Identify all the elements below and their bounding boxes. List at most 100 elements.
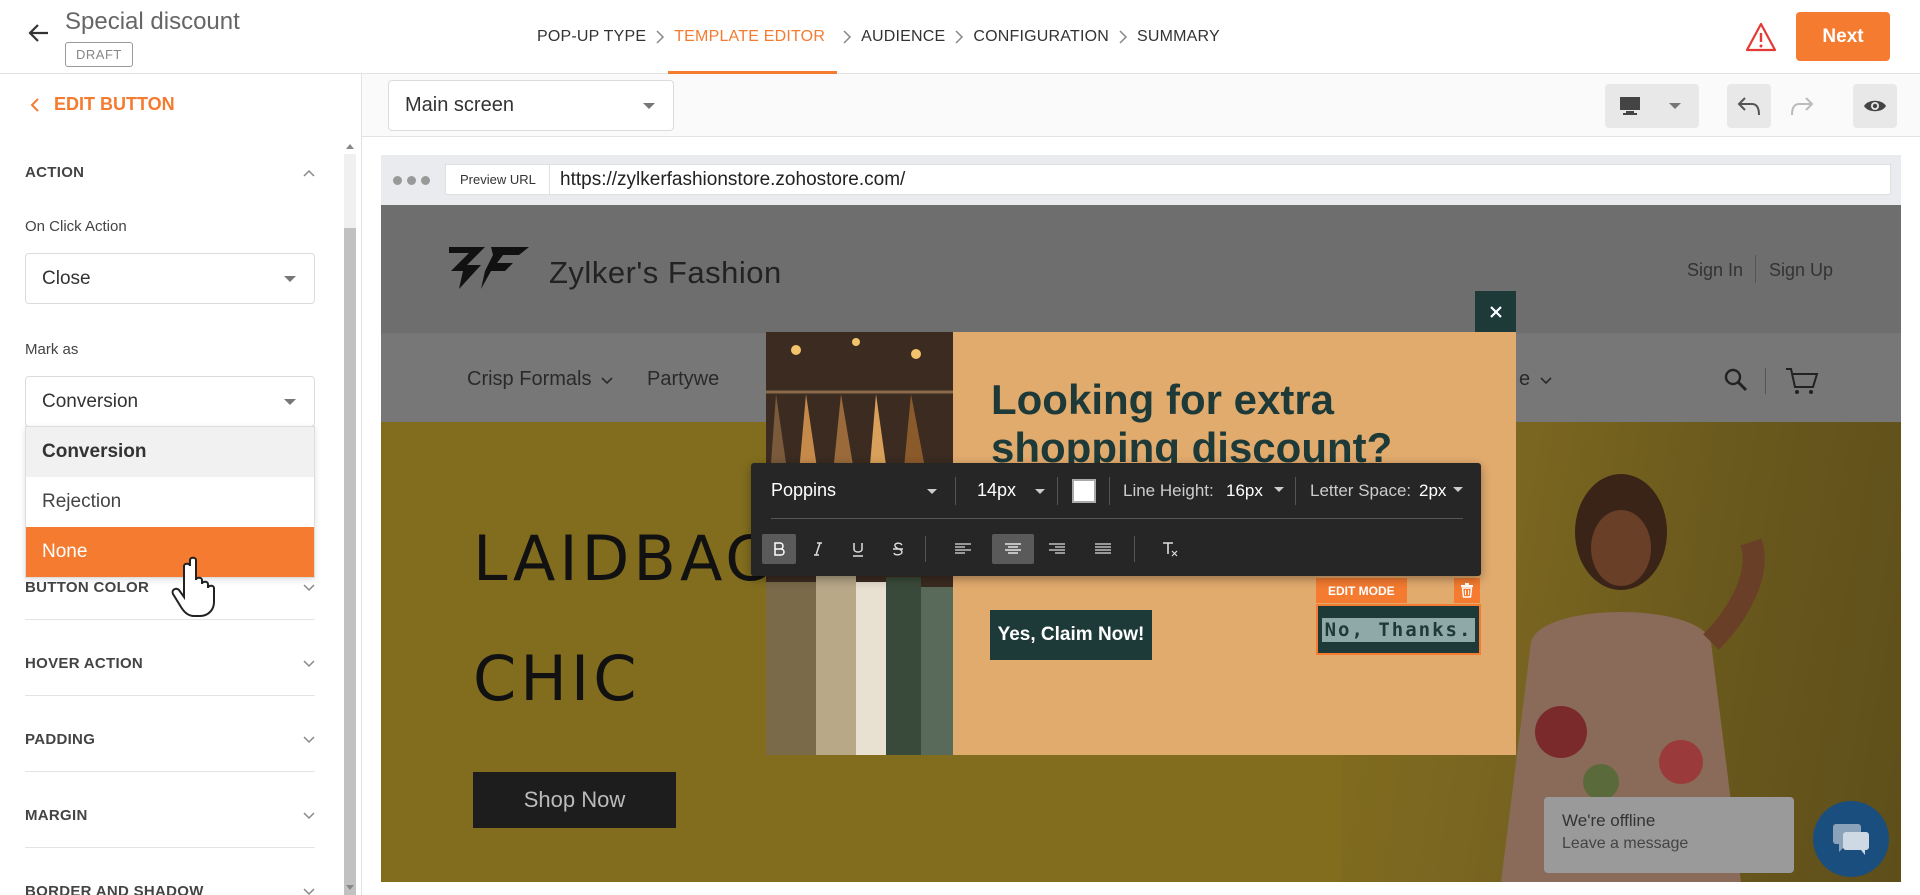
letter-space-value[interactable]: 2px: [1419, 481, 1446, 501]
top-bar: Special discount DRAFT POP-UP TYPE TEMPL…: [0, 0, 1920, 74]
chevron-up-icon: [303, 169, 315, 177]
bold-button[interactable]: [762, 534, 796, 564]
underline-button[interactable]: [841, 534, 875, 564]
align-center-button[interactable]: [992, 534, 1034, 564]
chevron-right-icon: [646, 0, 674, 74]
caret-down-icon: [927, 488, 938, 494]
preview-url-field[interactable]: https://zylkerfashionstore.zohostore.com…: [549, 164, 1891, 195]
mark-as-value: Conversion: [42, 390, 139, 412]
margin-title: MARGIN: [25, 807, 88, 824]
close-icon: [1489, 305, 1502, 318]
strikethrough-button[interactable]: [881, 534, 915, 564]
edit-button-title: EDIT BUTTON: [54, 94, 175, 114]
align-right-icon: [1049, 543, 1065, 554]
caret-down-icon: [284, 399, 296, 405]
mark-as-select[interactable]: Conversion: [25, 376, 315, 427]
step-summary[interactable]: SUMMARY: [1137, 0, 1220, 74]
scroll-down-icon[interactable]: [345, 884, 355, 892]
align-right-button[interactable]: [1040, 534, 1074, 564]
bold-icon: [774, 542, 785, 556]
undo-icon: [1737, 97, 1760, 116]
scroll-up-icon[interactable]: [345, 142, 355, 150]
window-dots: [393, 176, 430, 185]
align-justify-icon: [1095, 543, 1111, 554]
chevron-down-icon: [303, 811, 315, 819]
on-click-action-select[interactable]: Close: [25, 253, 315, 304]
status-badge: DRAFT: [65, 42, 133, 67]
preview-url-label: Preview URL: [445, 164, 551, 195]
chevron-right-icon: [945, 0, 973, 74]
text-color-swatch[interactable]: [1072, 479, 1096, 503]
step-template-editor[interactable]: TEMPLATE EDITOR: [668, 0, 837, 74]
divider: [25, 619, 315, 620]
caret-down-icon: [1035, 488, 1046, 494]
popup-close-button[interactable]: [1475, 291, 1516, 332]
caret-down-icon: [1453, 487, 1463, 492]
action-section-title: ACTION: [25, 164, 85, 181]
dropdown-option-rejection[interactable]: Rejection: [26, 477, 314, 527]
align-left-icon: [955, 543, 971, 554]
caret-down-icon: [643, 103, 655, 109]
preview-button[interactable]: [1853, 84, 1897, 128]
divider: [25, 695, 315, 696]
padding-title: PADDING: [25, 731, 96, 748]
next-button[interactable]: Next: [1796, 12, 1890, 61]
font-size-select[interactable]: 14px: [977, 480, 1046, 501]
align-justify-button[interactable]: [1086, 534, 1120, 564]
delete-element-button[interactable]: [1454, 578, 1480, 603]
line-height-label: Line Height:: [1123, 481, 1214, 500]
popup-headline[interactable]: Looking for extra shopping discount?: [991, 376, 1491, 472]
font-family-select[interactable]: Poppins: [771, 480, 938, 501]
divider: [1134, 536, 1135, 562]
no-thanks-button[interactable]: No, Thanks.: [1316, 604, 1481, 655]
clear-format-button[interactable]: [1153, 534, 1187, 564]
on-click-action-value: Close: [42, 267, 91, 289]
warning-icon[interactable]: [1745, 22, 1777, 52]
hover-action-title: HOVER ACTION: [25, 655, 144, 672]
screen-select-value: Main screen: [405, 94, 514, 116]
italic-button[interactable]: [801, 534, 835, 564]
step-pop-up-type[interactable]: POP-UP TYPE: [537, 0, 646, 74]
step-audience[interactable]: AUDIENCE: [861, 0, 945, 74]
clear-format-icon: [1163, 542, 1178, 557]
underline-icon: [853, 542, 863, 557]
align-center-icon: [1005, 543, 1021, 554]
font-size-value: 14px: [977, 480, 1017, 500]
yes-claim-button[interactable]: Yes, Claim Now!: [990, 610, 1152, 660]
device-selector-button[interactable]: [1605, 84, 1699, 128]
no-thanks-label[interactable]: No, Thanks.: [1321, 617, 1476, 642]
step-configuration[interactable]: CONFIGURATION: [973, 0, 1109, 74]
chevron-down-icon: [303, 735, 315, 743]
divider: [25, 847, 315, 848]
divider: [1109, 477, 1110, 505]
letter-space-label: Letter Space:: [1310, 481, 1412, 500]
redo-icon: [1791, 97, 1814, 116]
dropdown-option-conversion[interactable]: Conversion: [26, 427, 314, 477]
back-arrow-icon[interactable]: [26, 20, 52, 46]
padding-section[interactable]: PADDING: [25, 731, 315, 772]
edit-button-back[interactable]: EDIT BUTTON: [30, 94, 175, 115]
left-panel-scrollbar[interactable]: [342, 140, 358, 895]
hand-cursor-icon: [171, 543, 215, 617]
undo-button[interactable]: [1727, 84, 1771, 128]
align-left-button[interactable]: [946, 534, 980, 564]
divider: [1295, 477, 1296, 505]
screen-select[interactable]: Main screen: [388, 80, 674, 131]
action-section-header[interactable]: ACTION: [25, 164, 315, 181]
text-format-row1: Poppins 14px Line Height: 16px Letter Sp…: [771, 463, 1463, 519]
line-height-value[interactable]: 16px: [1226, 481, 1263, 501]
border-and-shadow-section[interactable]: BORDER AND SHADOW: [25, 883, 315, 895]
chevron-right-icon: [833, 0, 861, 74]
margin-section[interactable]: MARGIN: [25, 807, 315, 848]
border-and-shadow-title: BORDER AND SHADOW: [25, 883, 204, 895]
canvas-toolbar: Main screen: [362, 74, 1920, 137]
trash-icon: [1461, 583, 1473, 598]
chevron-right-icon: [1109, 0, 1137, 74]
hover-action-section[interactable]: HOVER ACTION: [25, 655, 315, 696]
desktop-icon: [1620, 97, 1640, 115]
scroll-thumb[interactable]: [344, 228, 356, 895]
redo-button[interactable]: [1780, 84, 1824, 128]
eye-icon: [1864, 100, 1886, 112]
chevron-left-icon: [30, 97, 39, 112]
caret-down-icon: [284, 276, 296, 282]
